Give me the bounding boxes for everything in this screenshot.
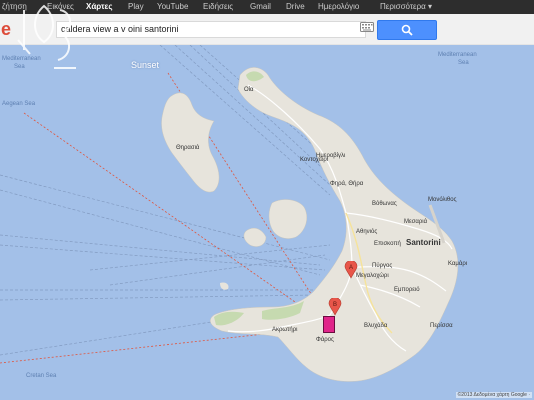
sea-label: Cretan Sea [26,373,57,379]
place-label: Καμάρι [448,261,468,267]
google-logo[interactable]: le [0,19,11,39]
map-canvas[interactable]: Sunset Mediterranean Sea Aegean Sea Medi… [0,45,534,400]
place-label: Φάρος [316,337,334,343]
place-label: Βλυχάδα [364,323,388,329]
place-label: Μεγαλοχώρι [356,273,389,279]
nav-item-youtube[interactable]: YouTube [157,2,188,12]
place-label: Πύργος [372,263,393,269]
search-icon [401,24,413,36]
nav-item-more[interactable]: Περισσότερα ▾ [380,2,432,12]
sea-label: Aegean Sea [2,101,36,107]
place-label: Εμπορειό [394,287,420,293]
search-input[interactable]: caldera view a v oini santorini [56,21,366,38]
sea-label: Mediterranean [438,52,477,58]
place-label: Ακρωτήρι [272,327,298,333]
nav-item-calendar[interactable]: Ημερολόγιο [318,2,359,12]
sea-label: Sea [458,60,469,66]
marker-letter: A [349,265,353,271]
search-button[interactable] [377,20,437,40]
place-label: Περίσσα [430,323,453,329]
nav-item-gmail[interactable]: Gmail [250,2,271,12]
nav-item-play[interactable]: Play [128,2,144,12]
place-label: Μονόλιθος [428,197,457,203]
place-label: Αθηνιός [356,229,378,235]
map-marker-a[interactable]: A [344,261,358,279]
place-label: Βόθωνας [372,201,397,207]
island-label: Santorini [406,238,441,247]
place-label: Κοντοχώρι [300,157,329,163]
sunset-label: Sunset [131,60,160,70]
nav-item-news[interactable]: Ειδήσεις [203,2,233,12]
nav-item-drive[interactable]: Drive [286,2,305,12]
map-layer [0,45,534,400]
watermark-logo [17,4,76,69]
place-label: Οία [244,87,254,93]
map-copyright: ©2013 Δεδομένα χάρτη Google · [455,392,532,398]
keyboard-icon[interactable] [360,22,374,32]
place-label: Φηρά, Θήρα [330,181,364,187]
place-label: Επισκοπή [374,241,401,247]
place-label: Μεσαριά [404,219,428,225]
map-marker-b[interactable]: B [328,298,342,316]
marker-letter: B [333,302,337,308]
nav-item-maps[interactable]: Χάρτες [86,2,113,12]
place-label: Θηρασιά [176,145,200,151]
selected-location-marker[interactable] [323,316,335,333]
